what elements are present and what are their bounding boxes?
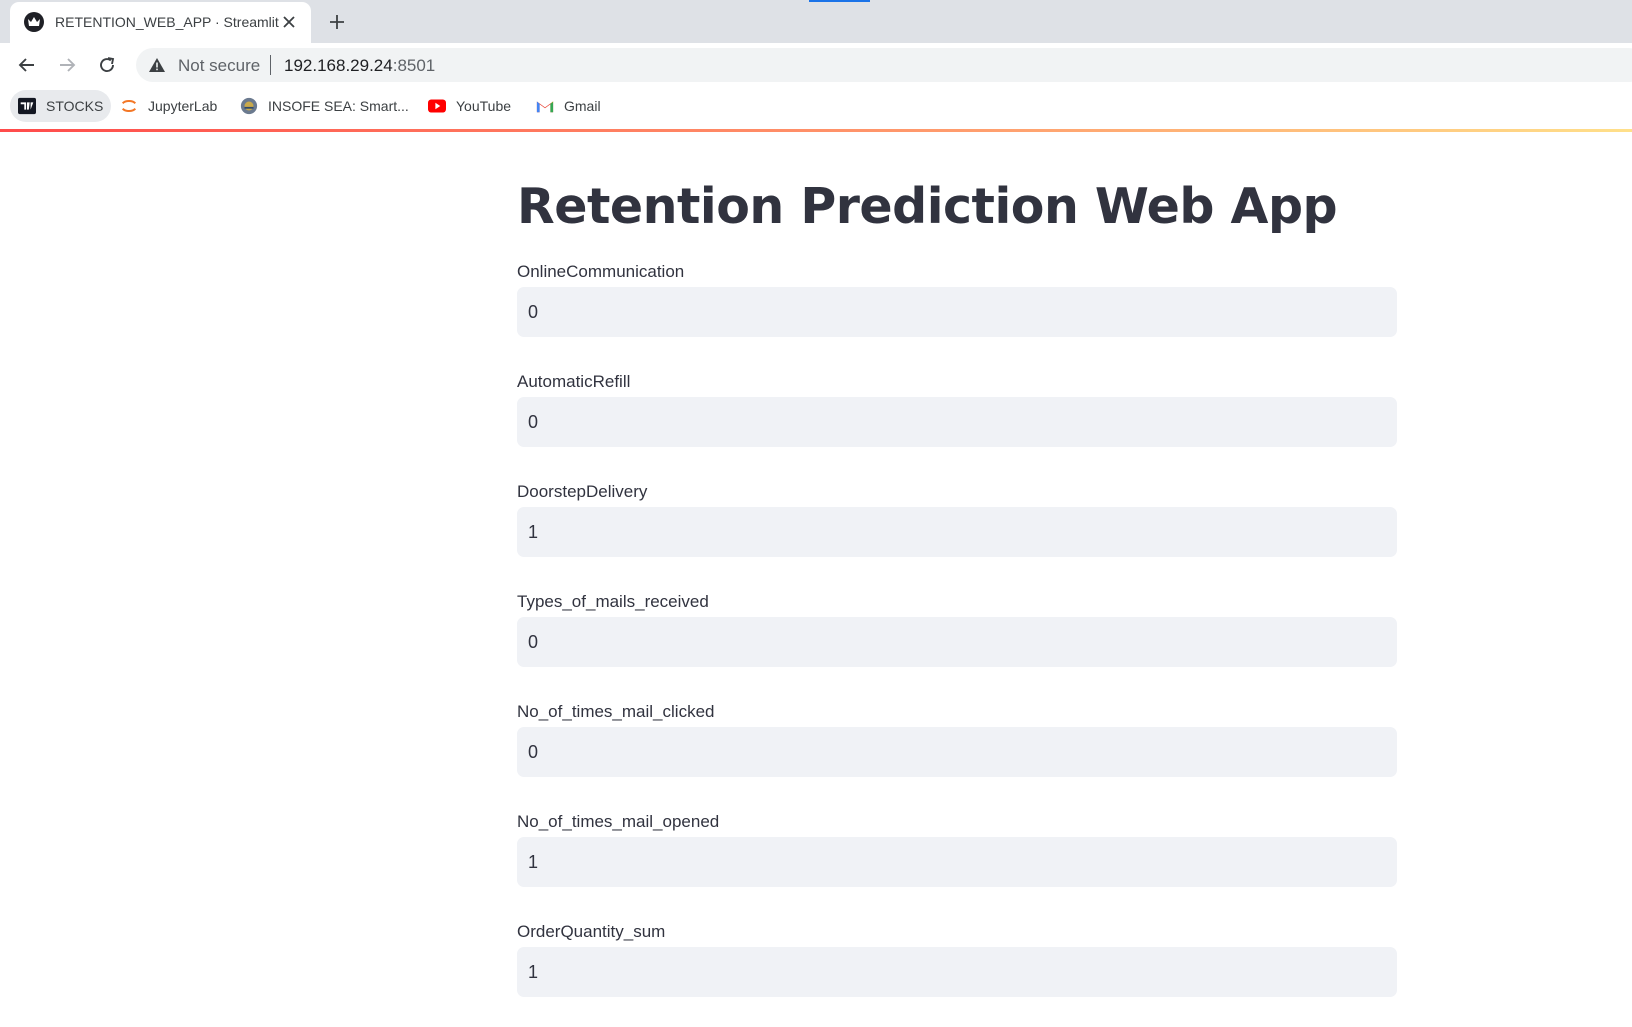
field-label: OnlineCommunication bbox=[517, 262, 685, 281]
browser-tab[interactable]: RETENTION_WEB_APP · Streamlit bbox=[10, 2, 311, 43]
tab-title: RETENTION_WEB_APP · Streamlit bbox=[55, 14, 279, 30]
field-label: OrderQuantity_sum bbox=[517, 922, 666, 941]
url-host: 192.168.29.24 bbox=[284, 56, 393, 75]
app-viewport: Retention Prediction Web App OnlineCommu… bbox=[0, 132, 1632, 1027]
close-tab-icon[interactable] bbox=[280, 13, 298, 31]
browser-toolbar: Not secure 192.168.29.24:8501 bbox=[0, 43, 1632, 86]
reload-icon[interactable] bbox=[94, 52, 120, 78]
bookmark-insofe[interactable]: INSOFE SEA: Smart... bbox=[232, 90, 417, 122]
online-communication-input[interactable] bbox=[517, 287, 1397, 337]
field-label: No_of_times_mail_clicked bbox=[517, 702, 715, 721]
no-of-times-mail-opened-input[interactable] bbox=[517, 837, 1397, 887]
warning-icon[interactable] bbox=[148, 57, 166, 73]
back-arrow-icon[interactable] bbox=[14, 52, 40, 78]
address-separator bbox=[270, 55, 271, 75]
tradingview-icon bbox=[18, 97, 36, 115]
bookmark-label: STOCKS bbox=[46, 98, 104, 114]
tab-strip-indicator bbox=[809, 0, 870, 2]
bookmark-label: YouTube bbox=[456, 98, 512, 114]
url-text[interactable]: 192.168.29.24:8501 bbox=[284, 56, 435, 76]
bookmarks-bar: STOCKS JupyterLab INSOFE SEA: Smart... Y… bbox=[0, 86, 1632, 129]
tab-strip: RETENTION_WEB_APP · Streamlit bbox=[0, 0, 1632, 43]
types-of-mails-received-input[interactable] bbox=[517, 617, 1397, 667]
page-title: Retention Prediction Web App bbox=[517, 178, 1338, 235]
bookmark-label: INSOFE SEA: Smart... bbox=[268, 98, 409, 114]
bookmark-jupyterlab[interactable]: JupyterLab bbox=[112, 90, 225, 122]
field-label: AutomaticRefill bbox=[517, 372, 631, 391]
bookmark-stocks[interactable]: STOCKS bbox=[10, 90, 112, 122]
forward-arrow-icon[interactable] bbox=[54, 52, 80, 78]
bookmark-gmail[interactable]: Gmail bbox=[528, 90, 609, 122]
field-label: Types_of_mails_received bbox=[517, 592, 709, 611]
streamlit-crown-icon bbox=[24, 12, 44, 32]
order-quantity-sum-input[interactable] bbox=[517, 947, 1397, 997]
bookmark-youtube[interactable]: YouTube bbox=[420, 90, 519, 122]
jupyter-icon bbox=[120, 97, 138, 115]
automatic-refill-input[interactable] bbox=[517, 397, 1397, 447]
youtube-icon bbox=[428, 97, 446, 115]
bookmark-label: Gmail bbox=[564, 98, 601, 114]
bookmark-label: JupyterLab bbox=[148, 98, 218, 114]
gmail-icon bbox=[536, 97, 554, 115]
field-label: No_of_times_mail_opened bbox=[517, 812, 720, 831]
url-port: :8501 bbox=[392, 56, 436, 75]
new-tab-icon[interactable] bbox=[324, 9, 350, 35]
doorstep-delivery-input[interactable] bbox=[517, 507, 1397, 557]
no-of-times-mail-clicked-input[interactable] bbox=[517, 727, 1397, 777]
security-label[interactable]: Not secure bbox=[178, 56, 260, 76]
insofe-icon bbox=[240, 97, 258, 115]
address-bar[interactable]: Not secure 192.168.29.24:8501 bbox=[136, 48, 1632, 82]
field-label: DoorstepDelivery bbox=[517, 482, 648, 501]
